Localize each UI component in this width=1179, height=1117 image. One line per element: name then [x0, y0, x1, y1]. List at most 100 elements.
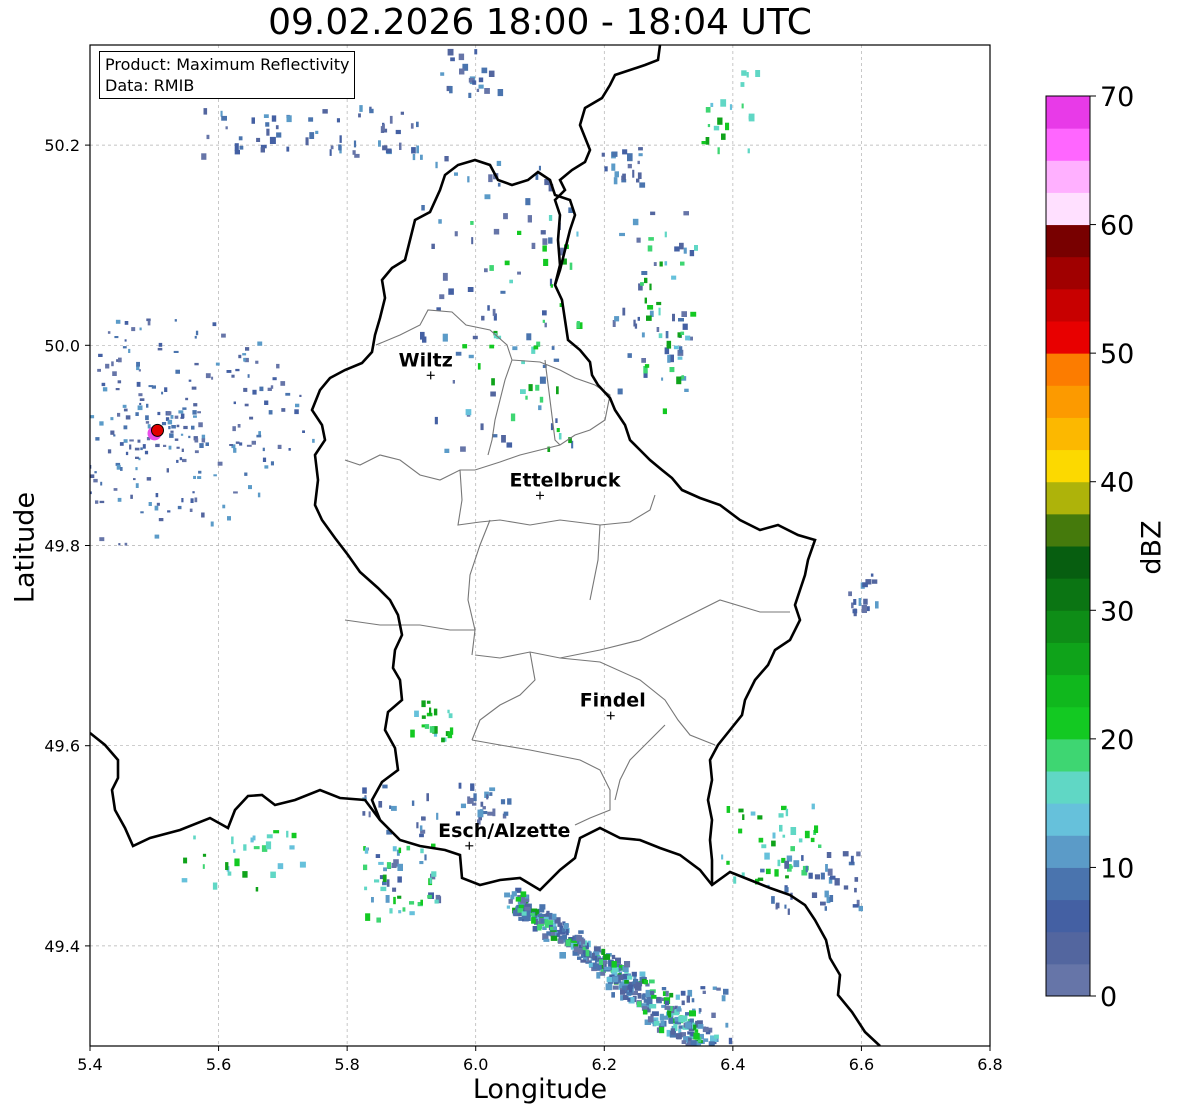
echo-pixel — [37, 410, 40, 414]
echo-pixel — [124, 339, 127, 342]
echo-pixel — [255, 360, 259, 364]
echo-pixel — [198, 470, 202, 474]
echo-pixel — [613, 177, 618, 185]
echo-pixel — [397, 876, 402, 883]
echo-pixel — [487, 811, 493, 816]
echo-pixel — [421, 816, 426, 821]
echo-pixel — [197, 476, 202, 479]
echo-pixel — [520, 891, 527, 898]
echo-pixel — [690, 1040, 697, 1046]
echo-pixel — [705, 137, 710, 145]
echo-pixel — [614, 171, 619, 178]
echo-pixel — [158, 518, 164, 522]
echo-pixel — [527, 215, 532, 223]
echo-pixel — [439, 294, 445, 300]
echo-pixel — [639, 182, 646, 188]
echo-pixel — [656, 327, 660, 332]
echo-pixel — [738, 828, 743, 834]
echo-pixel — [268, 410, 273, 415]
echo-pixel — [192, 491, 195, 494]
echo-pixel — [60, 490, 64, 494]
colorbar-tick-label: 40 — [1100, 468, 1134, 499]
echo-pixel — [4, 445, 6, 448]
echo-pixel — [39, 394, 44, 398]
echo-pixel — [503, 213, 508, 220]
echo-pixel — [220, 110, 223, 117]
echo-pixel — [119, 442, 124, 446]
echo-pixel — [723, 988, 729, 995]
echo-pixel — [798, 838, 803, 843]
echo-pixel — [99, 421, 104, 426]
echo-pixel — [526, 333, 532, 341]
echo-pixel — [496, 160, 502, 166]
echo-pixel — [447, 709, 450, 714]
echo-pixel — [728, 1037, 733, 1045]
y-tick-label: 50.2 — [44, 136, 80, 155]
echo-pixel — [619, 232, 625, 237]
echo-pixel — [233, 491, 238, 494]
echo-pixel — [665, 331, 669, 339]
echo-pixel — [550, 935, 558, 941]
echo-pixel — [653, 1020, 660, 1026]
echo-pixel — [65, 494, 69, 499]
echo-pixel — [264, 400, 269, 405]
echo-pixel — [137, 405, 143, 411]
echo-pixel — [42, 398, 47, 401]
echo-pixel — [454, 172, 458, 176]
echo-pixel — [537, 925, 542, 931]
echo-pixel — [779, 824, 783, 832]
echo-pixel — [508, 899, 513, 904]
echo-pixel — [243, 844, 247, 851]
colorbar-segment — [1046, 96, 1090, 129]
echo-pixel — [458, 53, 465, 61]
echo-pixel — [733, 876, 737, 884]
echo-pixel — [299, 861, 306, 868]
echo-pixel — [431, 871, 437, 877]
echo-pixel — [775, 902, 780, 909]
echo-pixel — [682, 323, 688, 330]
echo-pixel — [398, 847, 402, 854]
echo-pixel — [538, 165, 541, 171]
echo-pixel — [675, 994, 680, 1000]
echo-pixel — [646, 315, 652, 321]
city-label: Ettelbruck — [510, 469, 621, 491]
echo-pixel — [380, 886, 387, 892]
echo-pixel — [322, 109, 328, 114]
echo-pixel — [580, 959, 587, 963]
echo-pixel — [611, 967, 619, 973]
echo-pixel — [175, 369, 180, 374]
colorbar-segment — [1046, 385, 1090, 418]
echo-pixel — [389, 908, 393, 914]
echo-pixel — [455, 351, 462, 356]
echo-pixel — [854, 887, 857, 893]
echo-pixel — [107, 331, 111, 334]
echo-pixel — [231, 374, 235, 378]
echo-pixel — [138, 393, 143, 397]
echo-pixel — [58, 423, 62, 427]
echo-pixel — [557, 939, 564, 944]
echo-pixel — [774, 869, 779, 877]
echo-pixel — [97, 368, 101, 372]
echo-pixel — [61, 469, 65, 472]
echo-pixel — [227, 871, 232, 876]
echo-pixel — [167, 510, 171, 513]
echo-pixel — [36, 477, 40, 481]
echo-pixel — [13, 433, 17, 438]
echo-pixel — [757, 877, 764, 881]
city-label: Esch/Alzette — [438, 820, 570, 842]
echo-pixel — [409, 901, 415, 905]
echo-pixel — [376, 917, 381, 923]
echo-pixel — [863, 598, 868, 605]
echo-pixel — [124, 321, 129, 325]
echo-pixel — [302, 430, 305, 433]
echo-pixel — [632, 169, 635, 178]
echo-pixel — [265, 122, 270, 127]
echo-pixel — [389, 805, 392, 809]
echo-pixel — [193, 403, 198, 407]
echo-pixel — [669, 992, 674, 998]
product-label: Product: Maximum Reflectivity — [105, 55, 350, 74]
echo-pixel — [248, 485, 252, 490]
echo-pixel — [82, 330, 85, 332]
echo-pixel — [416, 145, 419, 154]
echo-pixel — [506, 442, 513, 448]
